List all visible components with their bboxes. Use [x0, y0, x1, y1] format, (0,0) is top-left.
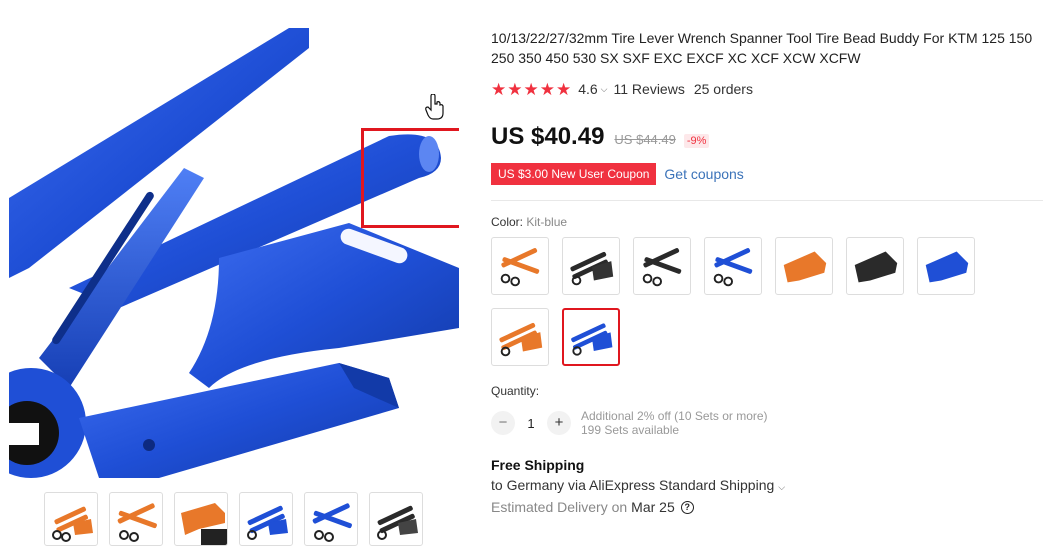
product-info: 10/13/22/27/32mm Tire Lever Wrench Spann…	[491, 28, 1046, 515]
thumbnail-blue-levers[interactable]	[304, 492, 358, 546]
swatch-black-stand[interactable]	[846, 237, 904, 295]
color-label-text: Color:	[491, 215, 524, 229]
stock-available: 199 Sets available	[581, 423, 680, 437]
quantity-stepper: − 1 + Additional 2% off (10 Sets or more…	[491, 409, 1046, 437]
color-swatches	[491, 237, 981, 366]
swatch-orange-kit[interactable]	[491, 308, 549, 366]
shipping-destination[interactable]: to Germany via AliExpress Standard Shipp…	[491, 477, 1046, 493]
thumbnail-blue-kit[interactable]	[239, 492, 293, 546]
price-row: US $40.49 US $44.49 -9%	[491, 123, 1046, 157]
current-price: US $40.49	[491, 123, 605, 150]
estimated-delivery: Estimated Delivery on Mar 25 ?	[491, 499, 1046, 515]
shipping-destination-text[interactable]: to Germany via AliExpress Standard Shipp…	[491, 477, 774, 493]
main-product-image[interactable]	[9, 28, 459, 478]
delivery-date: Mar 25	[631, 499, 675, 515]
chevron-down-icon[interactable]: ⌵	[601, 84, 608, 95]
swatch-black-kit[interactable]	[562, 237, 620, 295]
reviews-link[interactable]: 11 Reviews	[614, 81, 685, 97]
discount-badge: -9%	[683, 134, 710, 148]
thumbnail-orange-stand[interactable]	[174, 492, 228, 546]
quantity-label: Quantity:	[491, 384, 540, 398]
color-label: Color: Kit-blue	[491, 215, 1046, 229]
shipping-title: Free Shipping	[491, 457, 585, 473]
swatch-black-levers[interactable]	[633, 237, 691, 295]
coupon-row: US $3.00 New User Coupon Get coupons	[491, 163, 1046, 185]
thumbnail-orange-kit[interactable]	[44, 492, 98, 546]
quantity-decrease-button[interactable]: −	[491, 411, 515, 435]
quantity-input[interactable]: 1	[515, 416, 547, 431]
original-price: US $44.49	[614, 132, 676, 147]
rating-stars: ★★★★★	[491, 79, 573, 99]
divider	[491, 200, 1043, 201]
swatch-orange-levers[interactable]	[491, 237, 549, 295]
chevron-down-icon[interactable]: ⌵	[778, 482, 785, 492]
get-coupons-link[interactable]: Get coupons	[664, 166, 743, 182]
new-user-coupon-badge[interactable]: US $3.00 New User Coupon	[491, 163, 657, 185]
thumbnail-black-kit[interactable]	[369, 492, 423, 546]
bulk-discount-note: Additional 2% off (10 Sets or more)	[581, 409, 768, 423]
product-title: 10/13/22/27/32mm Tire Lever Wrench Spann…	[491, 30, 1033, 66]
gallery-thumbnails	[44, 492, 423, 546]
rating-row: ★★★★★ 4.6 ⌵ 11 Reviews 25 orders	[491, 79, 1046, 99]
quantity-info: Additional 2% off (10 Sets or more) 199 …	[581, 409, 768, 437]
help-icon[interactable]: ?	[680, 500, 694, 514]
highlight-annotation	[361, 128, 459, 228]
orders-count: 25 orders	[693, 81, 753, 97]
swatch-blue-kit[interactable]	[562, 308, 620, 366]
swatch-orange-stand[interactable]	[775, 237, 833, 295]
quantity-increase-button[interactable]: +	[547, 411, 571, 435]
swatch-blue-levers[interactable]	[704, 237, 762, 295]
thumbnail-orange-levers[interactable]	[109, 492, 163, 546]
hand-cursor-icon	[425, 94, 444, 120]
rating-value[interactable]: 4.6	[578, 81, 597, 97]
swatch-blue-stand[interactable]	[917, 237, 975, 295]
selected-color-value: Kit-blue	[526, 215, 568, 229]
delivery-label: Estimated Delivery on	[491, 499, 628, 515]
